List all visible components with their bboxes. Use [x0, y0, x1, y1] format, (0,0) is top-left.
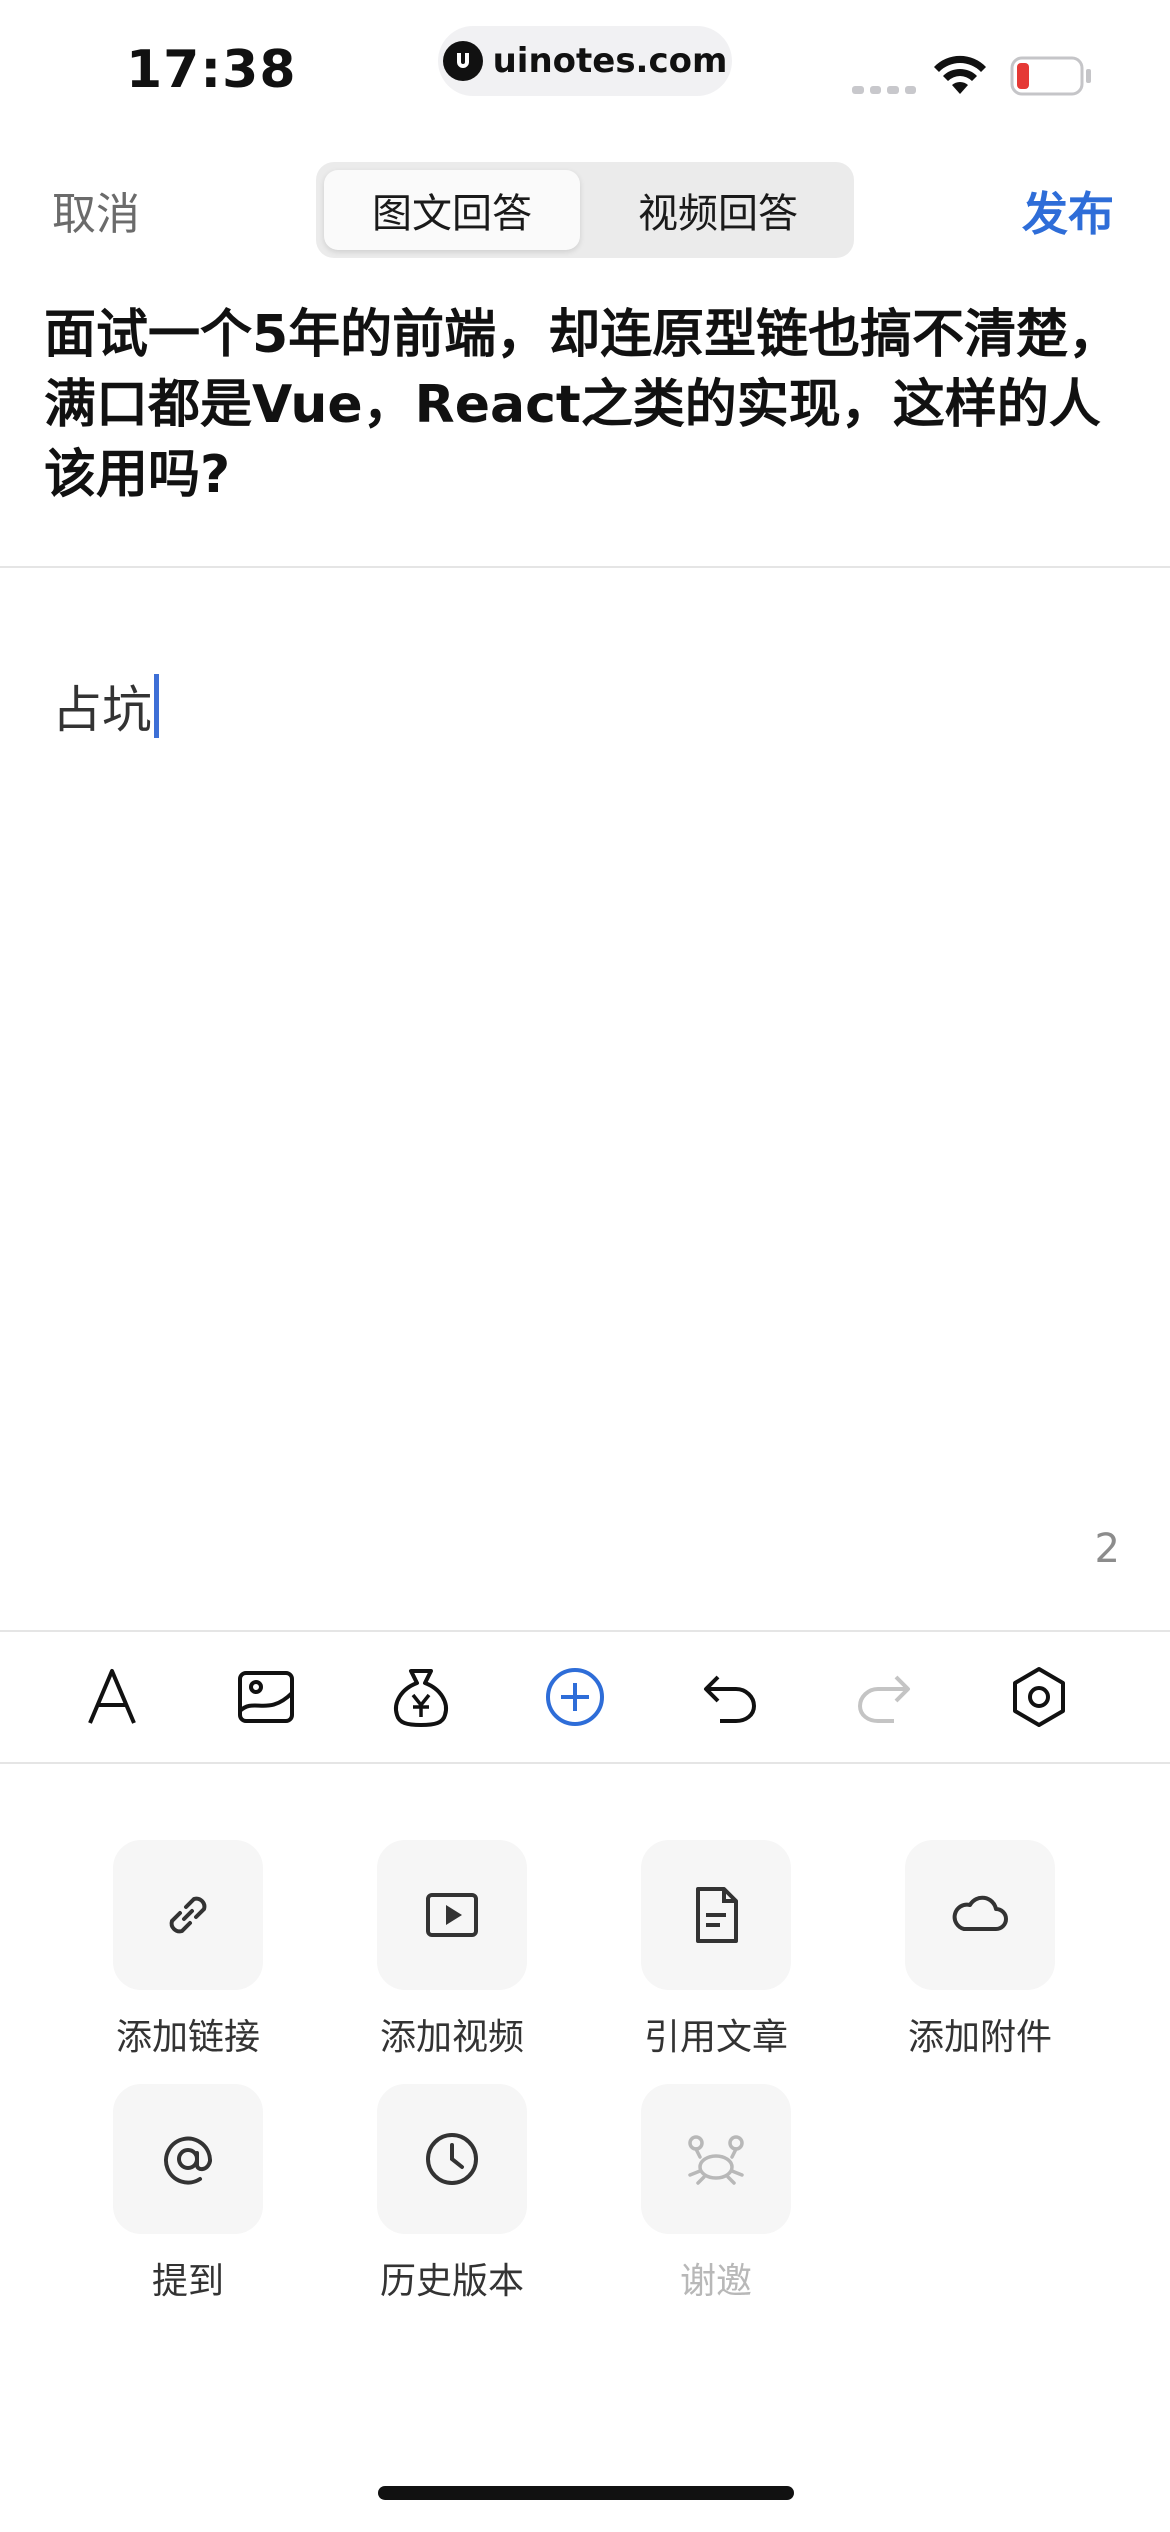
site-logo-icon [442, 41, 483, 81]
mention-action[interactable]: 提到 [88, 2084, 288, 2304]
answer-editor[interactable]: 占坑 [52, 670, 159, 742]
add-video-label: 添加视频 [379, 2017, 524, 2058]
add-attachment-tile[interactable] [905, 1840, 1055, 1990]
image-icon[interactable] [226, 1657, 306, 1737]
url-text: uinotes.com [492, 41, 728, 81]
video-icon [426, 1893, 478, 1937]
text-caret [154, 674, 159, 738]
redo-icon[interactable] [844, 1657, 924, 1737]
add-video-action[interactable]: 添加视频 [352, 1840, 552, 2060]
add-link-label: 添加链接 [115, 2017, 260, 2058]
add-attachment-action[interactable]: 添加附件 [880, 1840, 1080, 2060]
history-version-action[interactable]: 历史版本 [352, 2084, 552, 2304]
answer-type-segmented-control: 图文回答 视频回答 [316, 162, 854, 258]
question-title: 面试一个5年的前端，却连原型链也搞不清楚，满口都是Vue，React之类的实现，… [44, 305, 1121, 505]
text-format-icon[interactable] [72, 1657, 152, 1737]
divider [0, 1762, 1170, 1764]
settings-hexagon-icon[interactable] [999, 1657, 1079, 1737]
home-indicator[interactable] [378, 2486, 794, 2500]
divider [0, 566, 1170, 568]
history-version-label: 历史版本 [379, 2261, 524, 2302]
battery-low-icon [1010, 56, 1091, 96]
mention-label: 提到 [151, 2261, 224, 2302]
thanks-invite-tile[interactable] [641, 2084, 791, 2234]
wifi-icon [934, 55, 986, 94]
signal-icon [852, 86, 916, 94]
cloud-icon [952, 1895, 1008, 1931]
publish-button[interactable]: 发布 [1022, 178, 1114, 244]
link-icon [169, 1896, 207, 1934]
formatting-toolbar [0, 1632, 1170, 1762]
add-circle-icon[interactable] [535, 1657, 615, 1737]
editor-text: 占坑 [52, 681, 152, 739]
quote-article-label: 引用文章 [643, 2017, 788, 2058]
quote-article-action[interactable]: 引用文章 [616, 1840, 816, 2060]
clock-icon [426, 2133, 478, 2185]
cancel-button[interactable]: 取消 [52, 178, 140, 242]
tab-image-text-answer[interactable]: 图文回答 [324, 170, 580, 250]
tab-video-answer[interactable]: 视频回答 [590, 170, 846, 250]
word-count: 2 [1094, 1526, 1120, 1572]
thanks-invite-label: 谢邀 [679, 2261, 752, 2302]
at-icon [164, 2136, 213, 2185]
add-video-tile[interactable] [377, 1840, 527, 1990]
crab-icon [688, 2135, 744, 2185]
thanks-invite-action[interactable]: 谢邀 [616, 2084, 816, 2304]
add-link-action[interactable]: 添加链接 [88, 1840, 288, 2060]
editor-header: 取消 图文回答 视频回答 发布 [0, 150, 1170, 270]
mention-tile[interactable] [113, 2084, 263, 2234]
quote-article-tile[interactable] [641, 1840, 791, 1990]
status-bar: 17:38 uinotes.com [0, 0, 1170, 140]
status-time: 17:38 [126, 40, 297, 100]
add-link-tile[interactable] [113, 1840, 263, 1990]
undo-icon[interactable] [690, 1657, 770, 1737]
url-pill[interactable]: uinotes.com [438, 26, 732, 96]
add-attachment-label: 添加附件 [907, 2017, 1052, 2058]
reward-bag-icon[interactable] [381, 1657, 461, 1737]
history-version-tile[interactable] [377, 2084, 527, 2234]
document-icon [696, 1887, 738, 1943]
